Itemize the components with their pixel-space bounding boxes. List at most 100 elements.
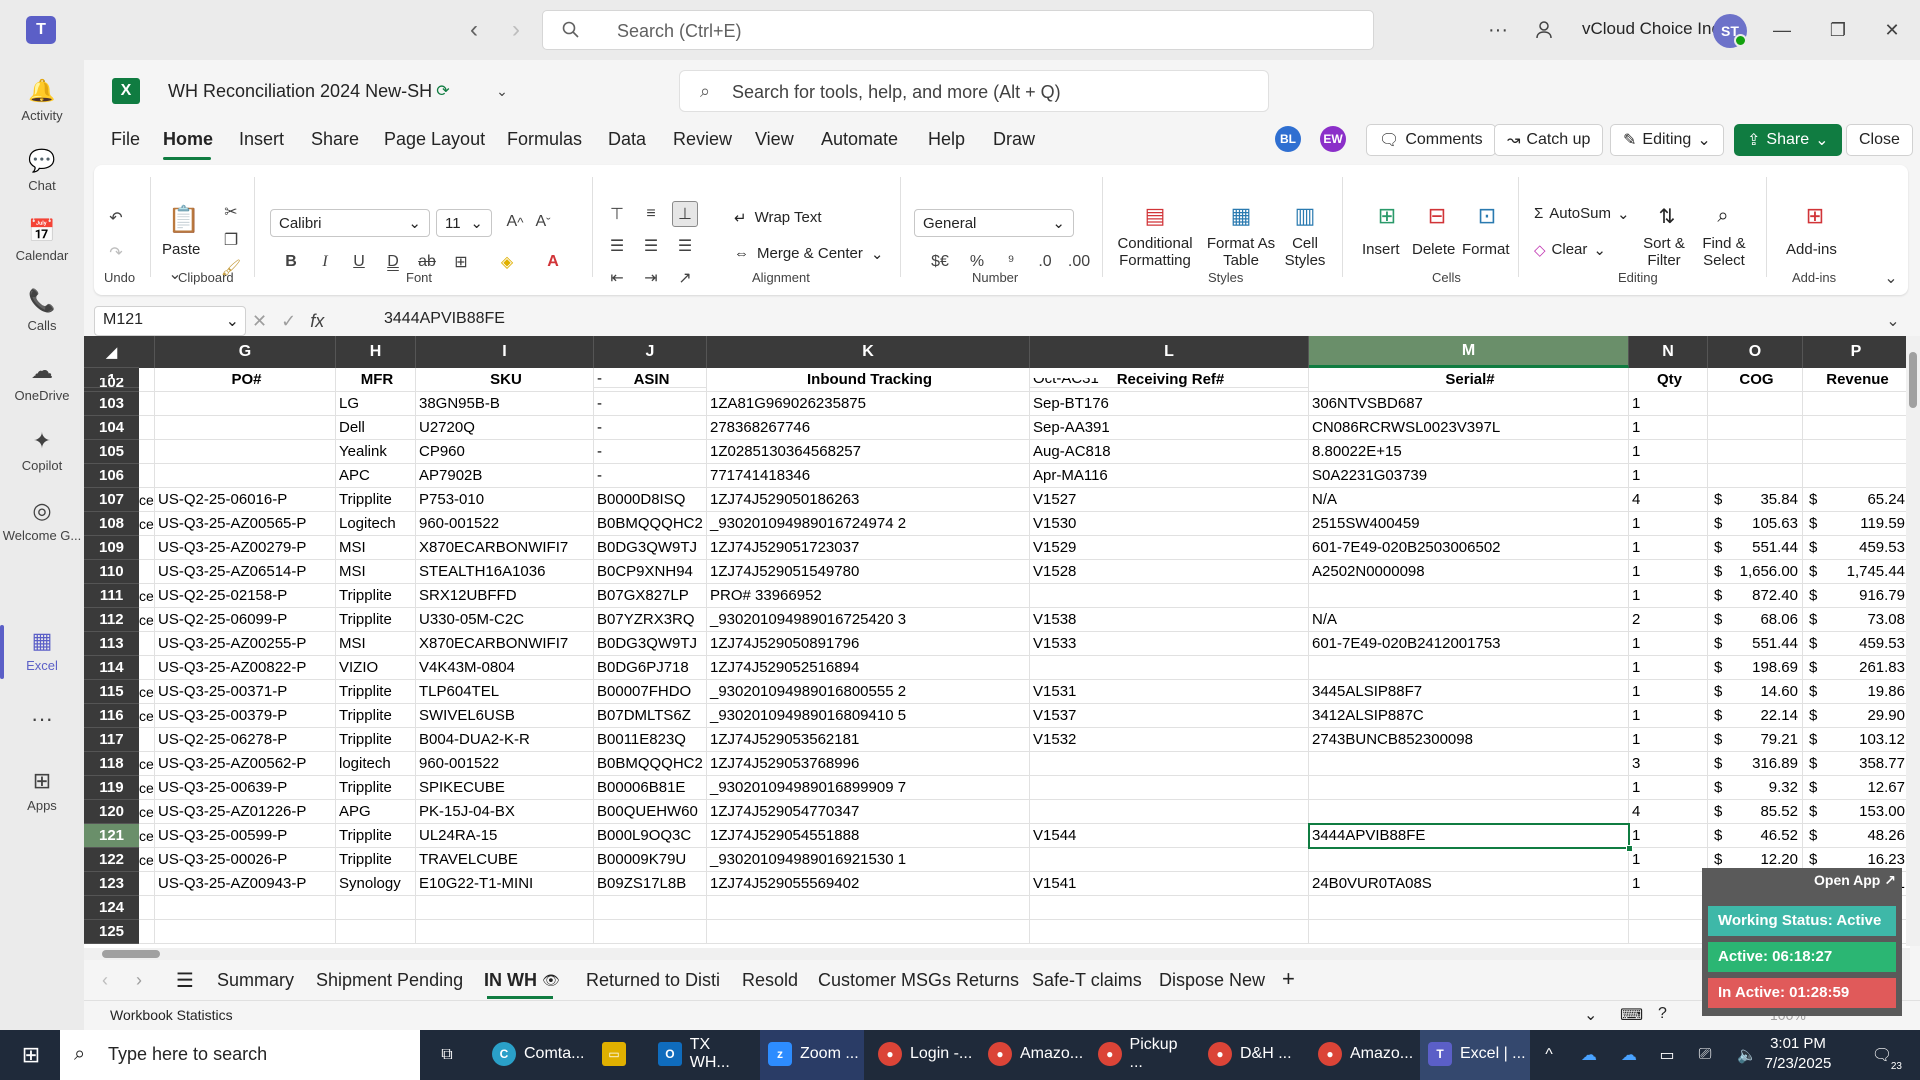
grid-cell-o[interactable]: $68.06 bbox=[1708, 608, 1803, 632]
grid-cell-h[interactable]: Tripplite bbox=[336, 704, 416, 728]
grid-cell-o[interactable]: $79.21 bbox=[1708, 728, 1803, 752]
grid-cell-j[interactable]: - bbox=[594, 416, 707, 440]
onedrive-icon[interactable]: ☁ bbox=[1578, 1044, 1600, 1066]
find-select-icon[interactable]: ⌕ bbox=[1708, 201, 1738, 231]
chevron-down-icon[interactable]: ⌄ bbox=[492, 80, 512, 102]
grid-cell-h[interactable]: Logitech bbox=[336, 512, 416, 536]
grid-cell-h[interactable]: Tripplite bbox=[336, 488, 416, 512]
increase-indent-icon[interactable]: ⇥ bbox=[638, 265, 664, 291]
grid-cell-p[interactable]: $19.86 bbox=[1803, 680, 1910, 704]
grid-cell-k[interactable]: 1ZJ74J529051549780 bbox=[707, 560, 1030, 584]
catch-up-button[interactable]: ↝ Catch up bbox=[1494, 124, 1604, 156]
grid-cell-g[interactable]: US-Q3-25-AZ00565-P bbox=[155, 512, 336, 536]
fx-icon[interactable]: fx bbox=[310, 311, 324, 332]
grid-cell-h[interactable]: MSI bbox=[336, 632, 416, 656]
grid-cell-i[interactable]: AP7902B bbox=[416, 464, 594, 488]
grid-cell-j[interactable]: B0CP9XNH94 bbox=[594, 560, 707, 584]
grid-cell-h[interactable]: Yealink bbox=[336, 440, 416, 464]
grid-cell-h[interactable]: Tripplite bbox=[336, 776, 416, 800]
grid-cell-n[interactable]: 1 bbox=[1629, 872, 1708, 896]
row-header-105[interactable]: 105 bbox=[84, 440, 139, 464]
grid-cell-l[interactable] bbox=[1030, 800, 1309, 824]
grid-cell-o[interactable]: $1,656.00 bbox=[1708, 560, 1803, 584]
horizontal-scrollbar[interactable] bbox=[84, 948, 1910, 960]
grid-cell-h[interactable]: LG bbox=[336, 392, 416, 416]
grid-cell-i[interactable]: U2720Q bbox=[416, 416, 594, 440]
tab-share[interactable]: Share bbox=[311, 129, 359, 150]
grid-cell-m[interactable] bbox=[1309, 896, 1629, 920]
taskbar-app[interactable]: ● Pickup ... bbox=[1090, 1030, 1194, 1080]
grid-cell-h[interactable]: Tripplite bbox=[336, 680, 416, 704]
grid-cell-k[interactable]: 1ZJ74J529054551888 bbox=[707, 824, 1030, 848]
grid-cell-l[interactable]: V1531 bbox=[1030, 680, 1309, 704]
grid-cell-i[interactable]: CP960 bbox=[416, 440, 594, 464]
grid-cell-n[interactable]: 1 bbox=[1629, 632, 1708, 656]
grid-cell-k[interactable]: _930201094989016724974 2 bbox=[707, 512, 1030, 536]
add-ins-icon[interactable]: ⊞ bbox=[1800, 201, 1830, 231]
grid-cell-k[interactable]: 1ZJ74J529051723037 bbox=[707, 536, 1030, 560]
grid-cell-g[interactable]: US-Q2-25-06016-P bbox=[155, 488, 336, 512]
notifications-icon[interactable]: 🗨 23 bbox=[1868, 1042, 1902, 1072]
grid-cell-g[interactable]: US-Q3-25-AZ06514-P bbox=[155, 560, 336, 584]
tab-page-layout[interactable]: Page Layout bbox=[384, 129, 485, 150]
grid-cell-i[interactable]: U330-05M-C2C bbox=[416, 608, 594, 632]
grid-cell-pre[interactable]: ce bbox=[139, 800, 155, 824]
grid-cell-k[interactable]: 1ZJ74J529050891796 bbox=[707, 632, 1030, 656]
vertical-scrollbar[interactable] bbox=[1906, 336, 1920, 946]
grid-cell-n[interactable]: 1 bbox=[1629, 560, 1708, 584]
enter-icon[interactable]: ✓ bbox=[281, 311, 296, 332]
grid-cell-o[interactable]: $9.32 bbox=[1708, 776, 1803, 800]
grid-cell-m[interactable]: S0A2231G03739 bbox=[1309, 464, 1629, 488]
grid-cell-o[interactable] bbox=[1708, 464, 1803, 488]
task-view-icon[interactable]: ⧉ bbox=[436, 1044, 458, 1066]
grid-cell-m[interactable]: N/A bbox=[1309, 488, 1629, 512]
grid-cell-n[interactable] bbox=[1629, 920, 1708, 944]
back-arrow-icon[interactable]: ‹ bbox=[460, 16, 488, 44]
grid-cell-p[interactable]: $65.24 bbox=[1803, 488, 1910, 512]
grid-cell-g[interactable] bbox=[155, 440, 336, 464]
grid-cell-k[interactable]: 1ZJ74J529053562181 bbox=[707, 728, 1030, 752]
row-header-102[interactable]: 102 bbox=[84, 378, 139, 388]
name-box[interactable]: M121 ⌄ bbox=[94, 306, 246, 336]
grid-cell-h[interactable]: Tripplite bbox=[336, 848, 416, 872]
grid-cell-o[interactable]: $872.40 bbox=[1708, 584, 1803, 608]
grid-cell-g[interactable]: US-Q3-25-00026-P bbox=[155, 848, 336, 872]
grid-cell-k[interactable]: 771741418346 bbox=[707, 464, 1030, 488]
grid-cell-j[interactable]: B00007FHDO bbox=[594, 680, 707, 704]
grid-cell-pre[interactable]: ce bbox=[139, 824, 155, 848]
comments-button[interactable]: 🗨 Comments bbox=[1366, 124, 1496, 156]
increase-font-icon[interactable]: A ^ bbox=[502, 209, 528, 235]
column-title-m[interactable]: Serial# bbox=[1309, 368, 1629, 392]
grid-cell-p[interactable]: $12.67 bbox=[1803, 776, 1910, 800]
row-header-125[interactable]: 125 bbox=[84, 920, 139, 944]
column-header-h[interactable]: H bbox=[336, 336, 416, 368]
minimize-icon[interactable]: — bbox=[1764, 14, 1800, 46]
grid-cell-o[interactable] bbox=[1708, 440, 1803, 464]
grid-cell-i[interactable]: SRX12UBFFD bbox=[416, 584, 594, 608]
grid-cell-pre[interactable] bbox=[139, 560, 155, 584]
sort-filter-icon[interactable]: ⇅ bbox=[1652, 201, 1682, 231]
grid-cell-pre[interactable]: ce bbox=[139, 512, 155, 536]
tab-help[interactable]: Help bbox=[928, 129, 965, 150]
grid-cell-j[interactable]: B07YZRX3RQ bbox=[594, 608, 707, 632]
close-button[interactable]: Close bbox=[1846, 124, 1913, 156]
tab-draw[interactable]: Draw bbox=[993, 129, 1035, 150]
grid-cell-l[interactable]: V1537 bbox=[1030, 704, 1309, 728]
row-header-124[interactable]: 124 bbox=[84, 896, 139, 920]
row-header-118[interactable]: 118 bbox=[84, 752, 139, 776]
grid-cell-pre[interactable] bbox=[139, 632, 155, 656]
grid-cell-l[interactable] bbox=[1030, 656, 1309, 680]
taskbar-clock[interactable]: 3:01 PM 7/23/2025 bbox=[1748, 1034, 1848, 1074]
grid-cell-pre[interactable] bbox=[139, 896, 155, 920]
grid-cell-pre[interactable]: ce bbox=[139, 488, 155, 512]
rail-item-onedrive[interactable]: ☁ OneDrive bbox=[0, 345, 84, 415]
grid-cell-pre[interactable] bbox=[139, 728, 155, 752]
column-header-p[interactable]: P bbox=[1803, 336, 1910, 368]
grid-cell-l[interactable]: V1527 bbox=[1030, 488, 1309, 512]
clear-button[interactable]: ◇ Clear ⌄ bbox=[1534, 241, 1606, 259]
grid-cell-i[interactable]: B004-DUA2-K-R bbox=[416, 728, 594, 752]
grid-cell-h[interactable] bbox=[336, 920, 416, 944]
grid-cell-m[interactable]: CN086RCRWSL0023V397L bbox=[1309, 416, 1629, 440]
grid-cell-pre[interactable]: ce bbox=[139, 848, 155, 872]
grid-cell-n[interactable]: 1 bbox=[1629, 416, 1708, 440]
